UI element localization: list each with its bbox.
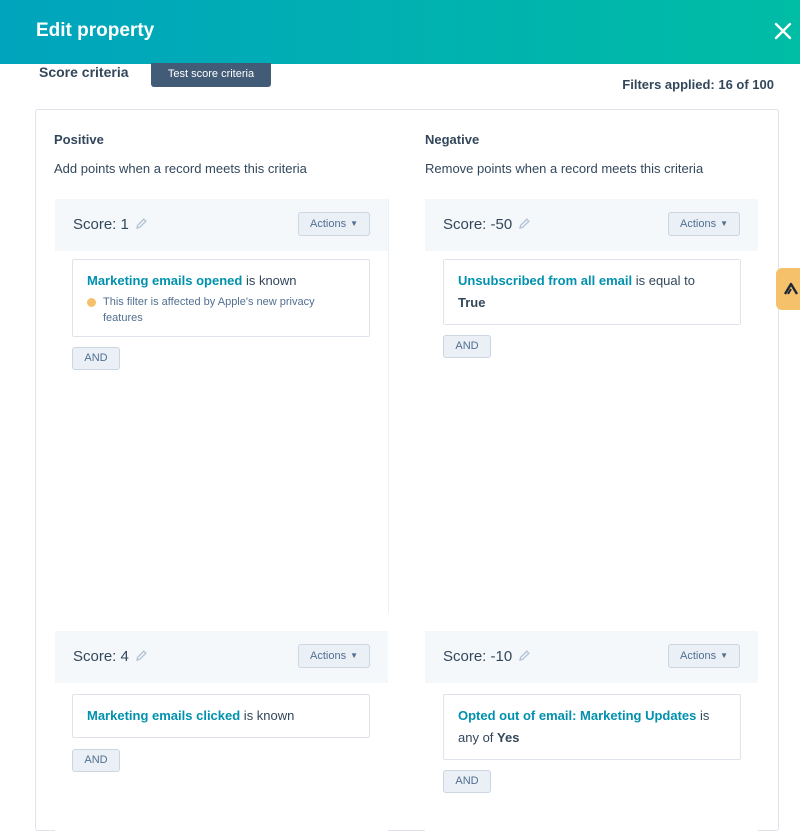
positive-description: Add points when a record meets this crit… bbox=[54, 161, 307, 176]
positive-score-group-1: Score: 1 Actions ▼ Marketing emails opene… bbox=[55, 199, 389, 613]
test-score-criteria-button[interactable]: Test score criteria bbox=[151, 63, 271, 87]
score-group-header: Score: -10 Actions ▼ bbox=[425, 631, 758, 683]
score-label: Score: 1 bbox=[73, 216, 148, 233]
score-group-header: Score: -50 Actions ▼ bbox=[425, 199, 758, 251]
chevron-down-icon: ▼ bbox=[350, 651, 358, 660]
score-value: Score: -10 bbox=[443, 648, 513, 665]
modal-title: Edit property bbox=[36, 20, 155, 41]
positive-heading: Positive bbox=[54, 132, 104, 147]
pencil-icon[interactable] bbox=[135, 217, 148, 230]
warning-dot-icon bbox=[87, 298, 96, 307]
filter-operator: is known bbox=[242, 273, 297, 288]
filter-card[interactable]: Unsubscribed from all email is equal to … bbox=[443, 259, 741, 325]
filters-applied-count: Filters applied: 16 of 100 bbox=[622, 77, 774, 92]
chevron-down-icon: ▼ bbox=[720, 651, 728, 660]
side-tab[interactable] bbox=[776, 268, 800, 310]
filter-property-link[interactable]: Marketing emails clicked bbox=[87, 708, 240, 723]
filter-property-link[interactable]: Marketing emails opened bbox=[87, 273, 242, 288]
filter-property-link[interactable]: Unsubscribed from all email bbox=[458, 273, 632, 288]
actions-label: Actions bbox=[310, 218, 347, 230]
filter-note-text: This filter is affected by Apple's new p… bbox=[103, 296, 315, 324]
filter-operator-continued: any of bbox=[458, 730, 498, 745]
chevron-down-icon: ▼ bbox=[720, 219, 728, 228]
negative-heading: Negative bbox=[425, 132, 480, 147]
chevron-down-icon: ▼ bbox=[350, 219, 358, 228]
positive-score-group-2: Score: 4 Actions ▼ Marketing emails click… bbox=[55, 631, 388, 831]
score-value: Score: 4 bbox=[73, 648, 129, 665]
and-button[interactable]: AND bbox=[443, 770, 491, 793]
filter-property-link[interactable]: Opted out of email: Marketing Updates bbox=[458, 708, 696, 723]
actions-label: Actions bbox=[310, 650, 347, 662]
score-group-header: Score: 4 Actions ▼ bbox=[55, 631, 388, 683]
score-label: Score: -10 bbox=[443, 648, 531, 665]
and-button[interactable]: AND bbox=[72, 749, 120, 772]
filter-card[interactable]: Marketing emails clicked is known bbox=[72, 694, 370, 738]
filter-card[interactable]: Marketing emails opened is known This fi… bbox=[72, 259, 370, 337]
score-label: Score: 4 bbox=[73, 648, 148, 665]
filter-value: Yes bbox=[497, 730, 520, 745]
score-value: Score: -50 bbox=[443, 216, 513, 233]
filter-operator: is known bbox=[240, 708, 295, 723]
filter-card[interactable]: Opted out of email: Marketing Updates is… bbox=[443, 694, 741, 760]
negative-description: Remove points when a record meets this c… bbox=[425, 161, 704, 176]
actions-button[interactable]: Actions ▼ bbox=[668, 644, 740, 668]
actions-label: Actions bbox=[680, 218, 717, 230]
criteria-panel: Positive Add points when a record meets … bbox=[35, 109, 779, 831]
pencil-icon[interactable] bbox=[518, 649, 531, 662]
actions-button[interactable]: Actions ▼ bbox=[298, 212, 370, 236]
negative-score-group-2: Score: -10 Actions ▼ Opted out of email: … bbox=[425, 631, 758, 831]
modal-header: Edit property bbox=[0, 0, 800, 64]
filter-operator: is equal to bbox=[632, 273, 695, 288]
close-icon[interactable] bbox=[772, 20, 794, 42]
actions-label: Actions bbox=[680, 650, 717, 662]
score-group-header: Score: 1 Actions ▼ bbox=[55, 199, 388, 251]
pencil-icon[interactable] bbox=[135, 649, 148, 662]
side-tab-icon bbox=[783, 282, 799, 295]
and-button[interactable]: AND bbox=[443, 335, 491, 358]
score-criteria-title: Score criteria bbox=[39, 64, 129, 80]
filter-operator: is bbox=[696, 708, 710, 723]
score-value: Score: 1 bbox=[73, 216, 129, 233]
actions-button[interactable]: Actions ▼ bbox=[298, 644, 370, 668]
actions-button[interactable]: Actions ▼ bbox=[668, 212, 740, 236]
negative-score-group-1: Score: -50 Actions ▼ Unsubscribed from al… bbox=[425, 199, 758, 613]
filter-note: This filter is affected by Apple's new p… bbox=[87, 294, 355, 326]
and-button[interactable]: AND bbox=[72, 347, 120, 370]
pencil-icon[interactable] bbox=[518, 217, 531, 230]
score-label: Score: -50 bbox=[443, 216, 531, 233]
filter-value: True bbox=[458, 295, 486, 310]
